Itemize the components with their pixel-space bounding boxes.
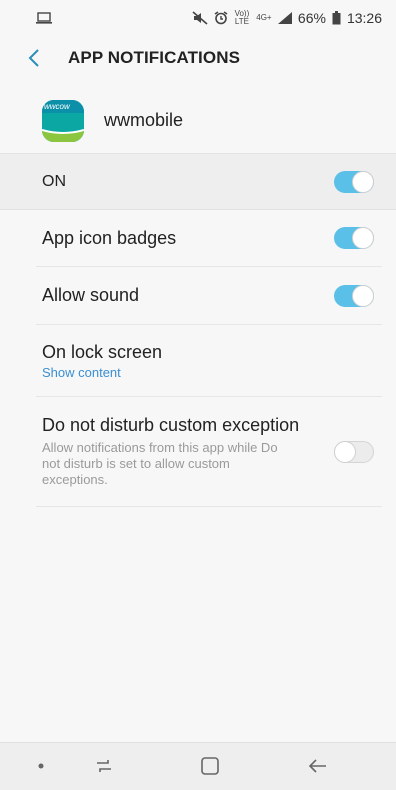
- battery-icon: [332, 11, 341, 25]
- app-icon-badges-toggle[interactable]: [334, 227, 374, 249]
- settings-list: App icon badges Allow sound On lock scre…: [36, 210, 382, 507]
- toggle-knob: [352, 170, 374, 193]
- setting-title: On lock screen: [42, 341, 163, 362]
- screen: Vo)) LTE 4G+ 66% 13:26 APP NOTIFICATIONS…: [0, 0, 396, 790]
- setting-title: Do not disturb custom exception: [42, 415, 300, 435]
- alarm-icon: [214, 11, 228, 25]
- setting-text: Do not disturb custom exception Allow no…: [42, 415, 299, 488]
- recent-apps-icon[interactable]: [92, 753, 116, 779]
- dnd-exception-toggle[interactable]: [334, 440, 374, 463]
- back-arrow-icon[interactable]: [306, 754, 330, 778]
- mute-icon: [192, 11, 208, 25]
- app-bar: APP NOTIFICATIONS: [0, 36, 396, 80]
- status-bar: Vo)) LTE 4G+ 66% 13:26: [0, 0, 396, 36]
- dot-icon[interactable]: [36, 761, 46, 771]
- app-icon: wwcow: [42, 99, 84, 142]
- status-right: Vo)) LTE 4G+ 66% 13:26: [192, 10, 382, 26]
- setting-title: App icon badges: [42, 227, 177, 248]
- setting-subtitle: Show content: [42, 364, 121, 380]
- page-title: APP NOTIFICATIONS: [68, 48, 241, 67]
- back-button[interactable]: [28, 36, 68, 80]
- app-info-row: wwcow wwmobile: [0, 88, 396, 154]
- navigation-bar: [0, 742, 396, 790]
- home-icon[interactable]: [198, 754, 222, 778]
- setting-on-lock-screen[interactable]: On lock screen Show content: [36, 325, 382, 397]
- master-toggle-label: ON: [42, 172, 66, 190]
- master-toggle[interactable]: [334, 170, 374, 193]
- signal-icon: [277, 12, 292, 24]
- setting-text: On lock screen Show content: [42, 342, 162, 380]
- setting-app-icon-badges[interactable]: App icon badges: [36, 210, 382, 267]
- status-time: 13:26: [346, 10, 382, 26]
- 4g-icon: 4G+: [256, 13, 272, 22]
- setting-allow-sound[interactable]: Allow sound: [36, 267, 382, 325]
- master-toggle-row[interactable]: ON: [0, 154, 396, 210]
- setting-dnd-exception[interactable]: Do not disturb custom exception Allow no…: [36, 397, 382, 507]
- chevron-left-icon: [28, 48, 40, 68]
- laptop-icon: [36, 12, 52, 24]
- setting-description: Allow notifications from this app while …: [42, 440, 278, 487]
- app-icon-text: wwcow: [44, 101, 70, 111]
- toggle-knob: [352, 284, 374, 307]
- app-name: wwmobile: [104, 110, 184, 130]
- volte-icon: Vo)) LTE: [234, 9, 250, 26]
- toggle-knob: [352, 227, 374, 249]
- setting-title: Allow sound: [42, 285, 140, 305]
- battery-percent: 66%: [297, 10, 326, 26]
- status-left: [36, 12, 52, 24]
- toggle-knob: [334, 440, 356, 463]
- allow-sound-toggle[interactable]: [334, 284, 374, 307]
